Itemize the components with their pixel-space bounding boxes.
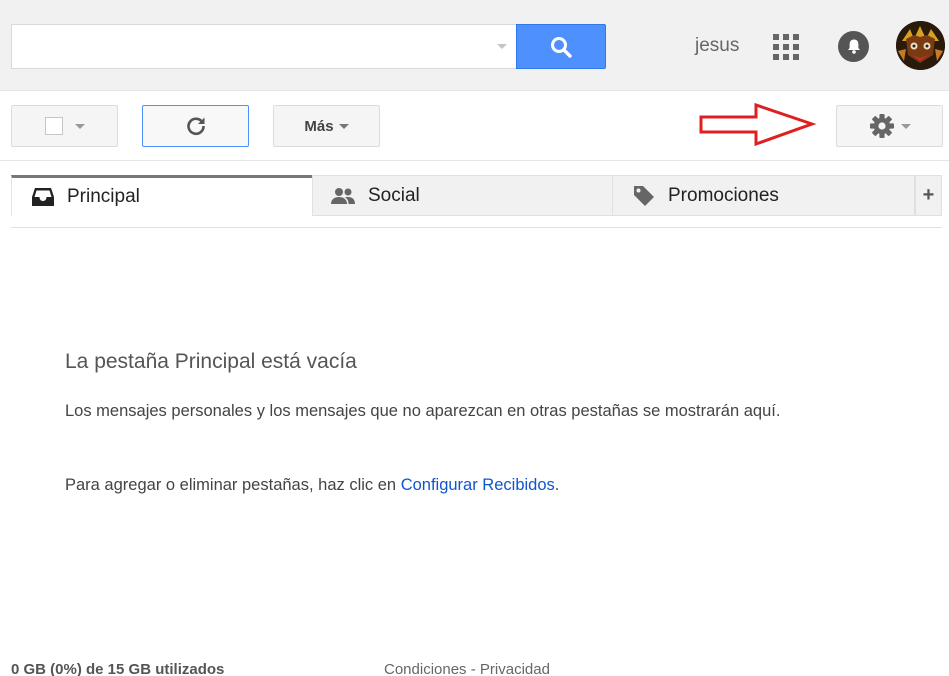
add-tab-button[interactable]: + (915, 175, 942, 216)
account-name[interactable]: jesus (695, 35, 739, 57)
inbox-tabs: Principal Social Promociones + (11, 175, 942, 216)
people-icon (331, 187, 355, 204)
footer-separator: - (466, 661, 480, 676)
empty-state-hint: Para agregar o eliminar pestañas, haz cl… (65, 473, 559, 497)
red-arrow-annotation (699, 102, 817, 147)
select-all-checkbox[interactable] (44, 117, 63, 135)
apps-grid-icon[interactable] (773, 34, 799, 60)
search-options-dropdown-icon[interactable] (497, 44, 507, 49)
tab-social[interactable]: Social (312, 175, 613, 216)
configure-inbox-link[interactable]: Configurar Recibidos (401, 476, 555, 494)
settings-button[interactable] (836, 105, 943, 147)
search-button[interactable] (516, 24, 606, 69)
select-all-button[interactable] (11, 105, 118, 147)
tab-principal[interactable]: Principal (11, 175, 312, 216)
gmail-page: jesus Más Principal Social Promociones +… (0, 0, 949, 676)
refresh-icon (186, 117, 205, 135)
top-header: jesus (0, 0, 949, 91)
tag-icon (634, 185, 654, 206)
inbox-icon (32, 188, 54, 206)
more-actions-button[interactable]: Más (273, 105, 380, 147)
empty-state-description: Los mensajes personales y los mensajes q… (65, 402, 781, 420)
search-icon (551, 36, 572, 58)
more-actions-label: Más (304, 117, 334, 135)
avatar-image (896, 21, 945, 70)
tab-label: Promociones (668, 184, 779, 206)
hint-text: Para agregar o eliminar pestañas, haz cl… (65, 476, 401, 494)
empty-state-title: La pestaña Principal está vacía (65, 350, 357, 373)
tabs-divider (11, 227, 942, 228)
tab-label: Social (368, 184, 420, 206)
storage-usage: 0 GB (0%) de 15 GB utilizados (11, 661, 225, 676)
terms-link[interactable]: Condiciones (384, 661, 467, 676)
chevron-down-icon (900, 123, 911, 129)
notifications-bell-icon[interactable] (838, 31, 869, 62)
refresh-button[interactable] (142, 105, 249, 147)
search-input[interactable] (12, 25, 482, 68)
search-box[interactable] (11, 24, 517, 69)
hint-period: . (554, 476, 560, 494)
tab-promociones[interactable]: Promociones (612, 175, 915, 216)
footer-links: Condiciones - Privacidad (384, 661, 550, 676)
gear-icon (869, 114, 894, 138)
avatar[interactable] (896, 21, 945, 70)
toolbar-divider (0, 160, 949, 161)
select-options-caret-icon[interactable] (74, 123, 85, 129)
bell-icon (847, 39, 860, 54)
tab-label: Principal (67, 186, 140, 207)
chevron-down-icon (338, 123, 349, 129)
privacy-link[interactable]: Privacidad (480, 661, 550, 676)
